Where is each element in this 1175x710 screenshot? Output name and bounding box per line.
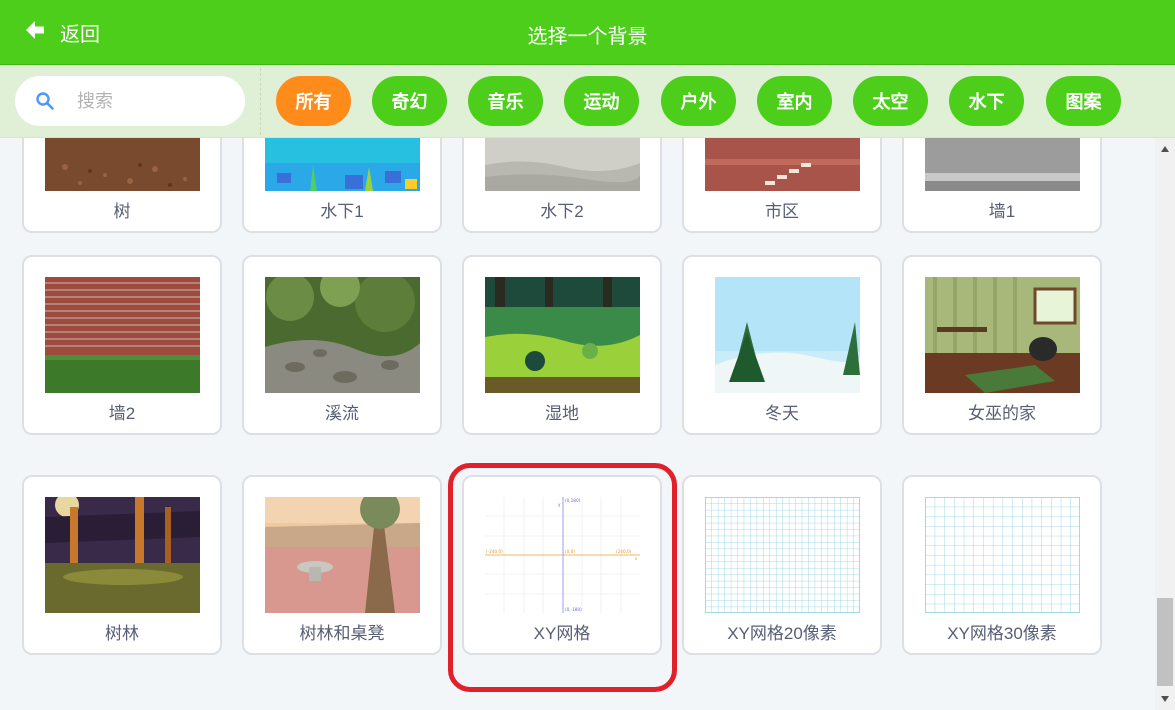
search-icon [35, 91, 55, 111]
backdrop-card-city[interactable]: 市区 [682, 138, 882, 233]
backdrop-label: 树 [113, 202, 131, 221]
grid-bottom-label: (0,-180) [565, 607, 582, 612]
backdrop-card-woods[interactable]: 树林 [22, 475, 222, 655]
backdrop-card-tree[interactable]: 树 [22, 138, 222, 233]
backdrop-thumbnail [925, 138, 1080, 191]
header-bar: 返回 选择一个背景 [0, 0, 1175, 65]
backdrop-card-xy-grid-30px[interactable]: XY网格30像素 [902, 475, 1102, 655]
tag-music[interactable]: 音乐 [468, 76, 543, 126]
backdrop-card-underwater1[interactable]: 水下1 [242, 138, 442, 233]
backdrop-grid: 树 水下1 水下2 市区 墙1 墙2 溪流 湿地 冬天 女巫的家 树林 树林和桌… [0, 138, 1155, 710]
tag-underwater[interactable]: 水下 [949, 76, 1024, 126]
search-input[interactable] [77, 87, 227, 115]
scrollbar-thumb[interactable] [1157, 598, 1173, 686]
backdrop-thumbnail [705, 138, 860, 191]
backdrop-label: 水下2 [540, 202, 584, 221]
backdrop-label: 树林和桌凳 [299, 624, 385, 643]
backdrop-card-wall1[interactable]: 墙1 [902, 138, 1102, 233]
grid-center-label: (0,0) [565, 549, 575, 554]
backdrop-label: 树林 [105, 624, 139, 643]
tag-patterns[interactable]: 图案 [1046, 76, 1121, 126]
backdrop-card-woods-and-bench[interactable]: 树林和桌凳 [242, 475, 442, 655]
backdrop-label: 冬天 [765, 404, 799, 423]
backdrop-card-xy-grid[interactable]: (0,180) (0,-180) y (-240,0) (240,0) (0,0… [462, 475, 662, 655]
backdrop-thumbnail [705, 277, 860, 393]
backdrop-label: 市区 [765, 202, 799, 221]
backdrop-card-winter[interactable]: 冬天 [682, 255, 882, 435]
scroll-up-arrow-icon[interactable] [1155, 138, 1175, 160]
backdrop-thumbnail [265, 497, 420, 613]
backdrop-label: XY网格 [533, 624, 591, 643]
backdrop-label: 湿地 [545, 404, 579, 423]
backdrop-thumbnail [45, 497, 200, 613]
tag-sports[interactable]: 运动 [564, 76, 639, 126]
backdrop-thumbnail [485, 138, 640, 191]
tag-outdoors[interactable]: 户外 [661, 76, 736, 126]
tag-space[interactable]: 太空 [853, 76, 928, 126]
backdrop-thumbnail [45, 138, 200, 191]
backdrop-card-wetland[interactable]: 湿地 [462, 255, 662, 435]
backdrop-thumbnail [925, 277, 1080, 393]
grid-right-label: (240,0) [616, 549, 632, 554]
filter-divider [260, 68, 261, 135]
tag-all[interactable]: 所有 [276, 76, 351, 126]
backdrop-thumbnail [265, 138, 420, 191]
backdrop-card-witch-house[interactable]: 女巫的家 [902, 255, 1102, 435]
tag-fantasy[interactable]: 奇幻 [372, 76, 447, 126]
backdrop-label: 女巫的家 [968, 404, 1036, 423]
backdrop-label: 墙1 [988, 202, 1016, 221]
backdrop-card-wall2[interactable]: 墙2 [22, 255, 222, 435]
backdrop-thumbnail: (0,180) (0,-180) y (-240,0) (240,0) (0,0… [485, 497, 640, 613]
backdrop-card-stream[interactable]: 溪流 [242, 255, 442, 435]
vertical-scrollbar[interactable] [1155, 138, 1175, 710]
backdrop-thumbnail [265, 277, 420, 393]
backdrop-label: XY网格20像素 [727, 624, 837, 643]
backdrop-card-xy-grid-20px[interactable]: XY网格20像素 [682, 475, 882, 655]
backdrop-card-underwater2[interactable]: 水下2 [462, 138, 662, 233]
filter-bar: 所有 奇幻 音乐 运动 户外 室内 太空 水下 图案 [0, 65, 1175, 138]
backdrop-label: 墙2 [108, 404, 136, 423]
grid-top-label: (0,180) [565, 498, 581, 503]
backdrop-label: XY网格30像素 [947, 624, 1057, 643]
scroll-down-arrow-icon[interactable] [1155, 688, 1175, 710]
search-box[interactable] [15, 76, 245, 126]
backdrop-thumbnail [925, 497, 1080, 613]
backdrop-label: 水下1 [320, 202, 364, 221]
tag-indoors[interactable]: 室内 [757, 76, 832, 126]
backdrop-thumbnail [485, 277, 640, 393]
backdrop-thumbnail [45, 277, 200, 393]
grid-left-label: (-240,0) [486, 549, 503, 554]
backdrop-thumbnail [705, 497, 860, 613]
page-title: 选择一个背景 [527, 26, 648, 48]
backdrop-label: 溪流 [325, 404, 359, 423]
